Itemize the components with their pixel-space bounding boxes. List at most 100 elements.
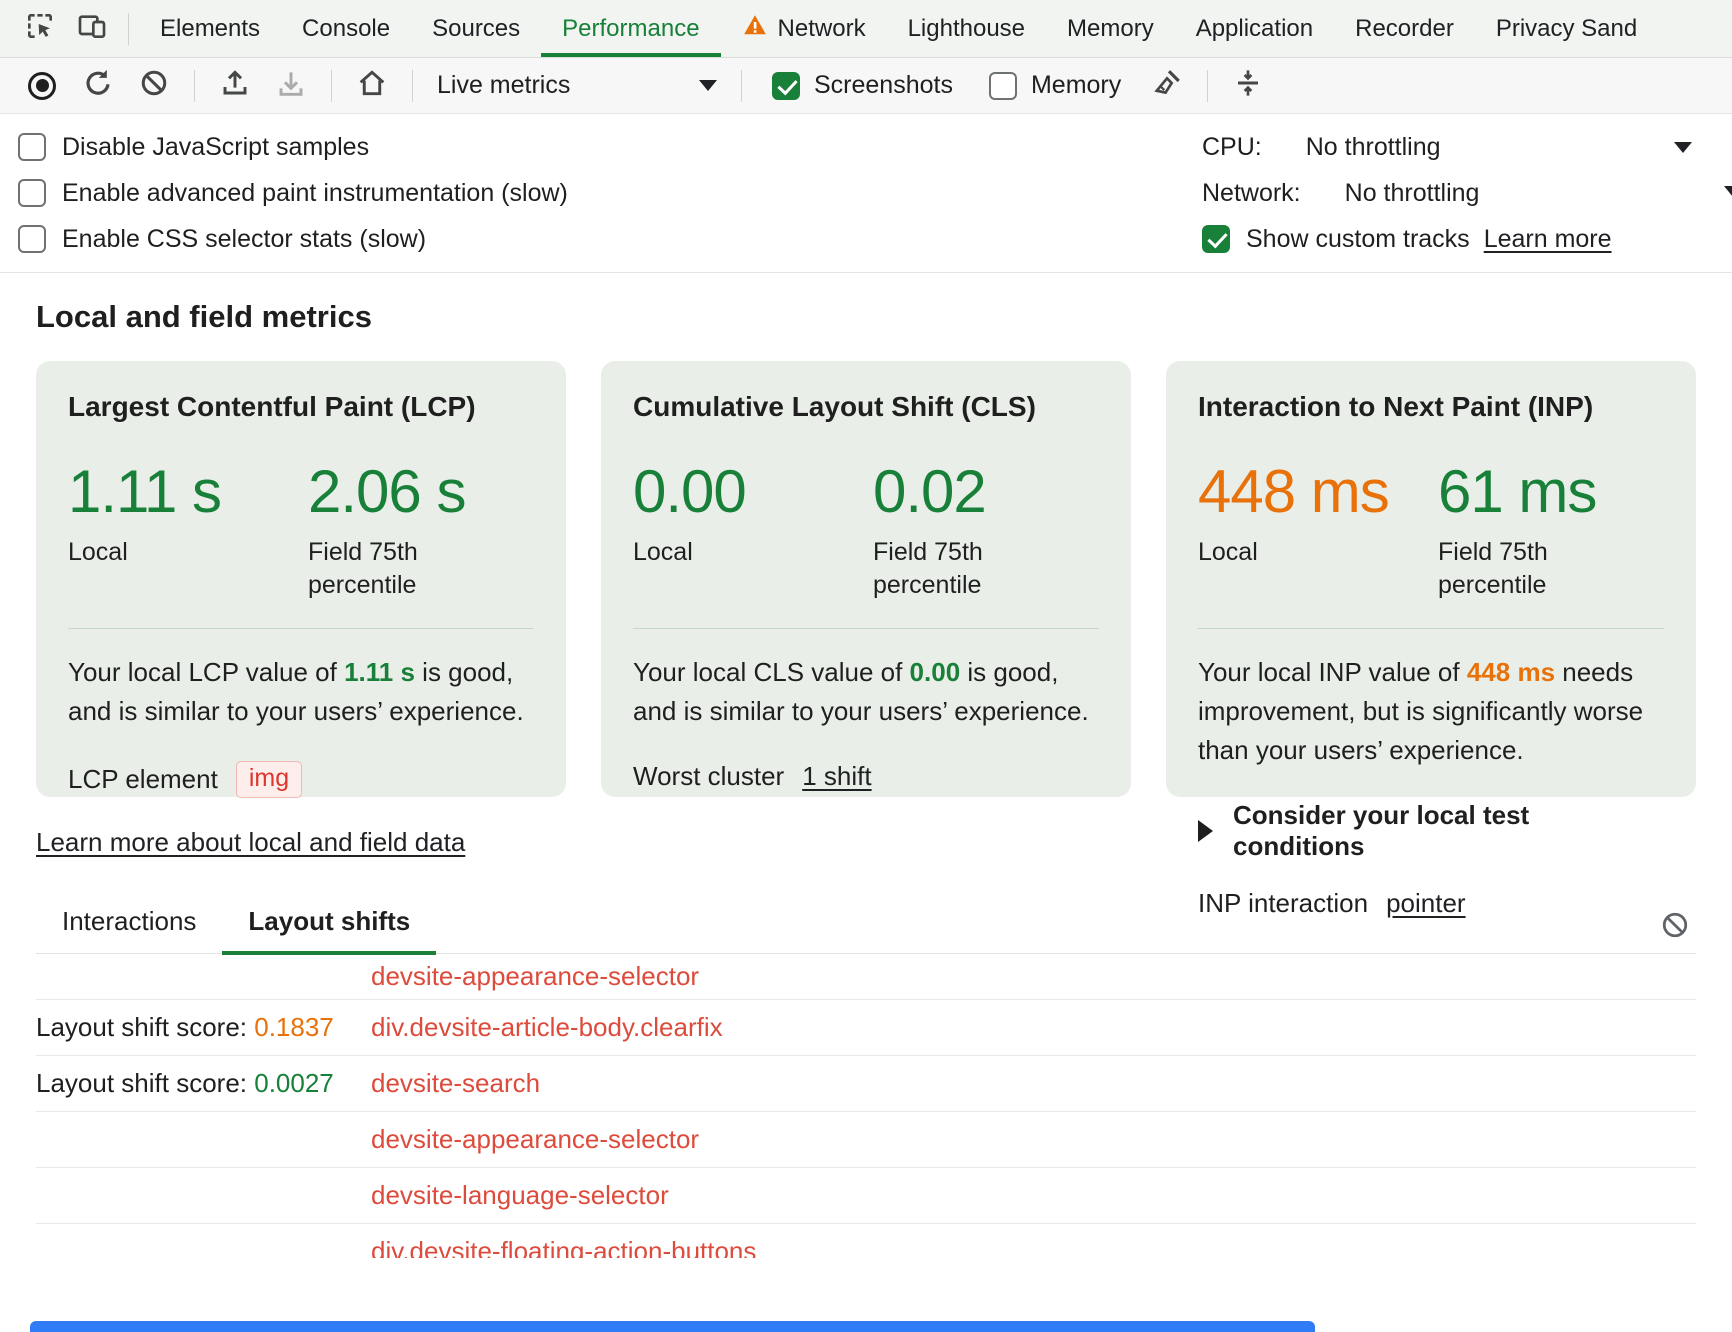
table-row[interactable]: devsite-appearance-selector xyxy=(36,954,1696,1000)
cls-local-value: 0.00 xyxy=(633,457,873,526)
broom-icon xyxy=(1151,67,1183,104)
custom-tracks-learn-more-link[interactable]: Learn more xyxy=(1484,225,1612,254)
table-row[interactable]: Layout shift score: 0.1837 div.devsite-a… xyxy=(36,1000,1696,1056)
cpu-throttling-row[interactable]: CPU: No throttling xyxy=(1202,124,1692,170)
cls-description: Your local CLS value of 0.00 is good, an… xyxy=(633,653,1099,731)
devtools-tab-bar: Elements Console Sources Performance Net… xyxy=(0,0,1732,58)
score-value: 0.0027 xyxy=(254,1068,334,1098)
inp-desc-value: 448 ms xyxy=(1467,657,1555,687)
tab-elements[interactable]: Elements xyxy=(139,0,281,57)
separator xyxy=(412,70,413,102)
tab-memory[interactable]: Memory xyxy=(1046,0,1175,57)
table-row[interactable]: devsite-appearance-selector xyxy=(36,1112,1696,1168)
memory-checkbox-row[interactable]: Memory xyxy=(973,71,1137,100)
tab-label: Memory xyxy=(1067,15,1154,43)
divider xyxy=(68,628,534,629)
cls-desc-pre: Your local CLS value of xyxy=(633,657,910,687)
record-icon xyxy=(28,72,56,100)
score-label: Layout shift score: xyxy=(36,1012,254,1042)
css-selector-stats-label: Enable CSS selector stats (slow) xyxy=(62,225,426,254)
inp-field-value: 61 ms xyxy=(1438,457,1596,526)
cls-card-title: Cumulative Layout Shift (CLS) xyxy=(633,391,1099,423)
live-metrics-home-button[interactable] xyxy=(346,64,398,108)
worst-cluster-shift-link[interactable]: 1 shift xyxy=(802,761,871,792)
clear-log-button[interactable] xyxy=(1660,910,1690,945)
table-row[interactable]: div.devsite-floating-action-buttons xyxy=(36,1224,1696,1258)
selection-scroll-bar[interactable] xyxy=(30,1321,1315,1332)
tab-performance[interactable]: Performance xyxy=(541,0,720,57)
tab-layout-shifts[interactable]: Layout shifts xyxy=(222,906,436,953)
clear-button[interactable] xyxy=(128,64,180,108)
separator xyxy=(194,70,195,102)
custom-tracks-row[interactable]: Show custom tracks Learn more xyxy=(1202,216,1692,262)
lcp-local-value: 1.11 s xyxy=(68,457,308,526)
home-icon xyxy=(356,67,388,104)
block-icon xyxy=(1660,927,1690,944)
live-metrics-view: Local and field metrics Largest Contentf… xyxy=(0,299,1732,1258)
tab-console[interactable]: Console xyxy=(281,0,411,57)
node-link[interactable]: div.devsite-article-body.clearfix xyxy=(371,1012,723,1043)
tab-lighthouse[interactable]: Lighthouse xyxy=(887,0,1046,57)
record-and-reload-button[interactable] xyxy=(72,64,124,108)
tab-network[interactable]: Network xyxy=(721,0,887,57)
node-link[interactable]: devsite-language-selector xyxy=(371,1180,669,1211)
local-field-metrics-heading: Local and field metrics xyxy=(36,299,1696,335)
network-throttling-value: No throttling xyxy=(1345,179,1480,208)
memory-checkbox[interactable] xyxy=(989,72,1017,100)
tab-interactions[interactable]: Interactions xyxy=(36,906,222,953)
device-toolbar-icon xyxy=(76,10,108,47)
history-dropdown[interactable]: Live metrics xyxy=(427,64,727,108)
chevron-down-icon xyxy=(699,80,717,91)
separator xyxy=(128,13,129,45)
node-link[interactable]: devsite-appearance-selector xyxy=(371,961,699,992)
save-profile-button[interactable] xyxy=(265,64,317,108)
css-selector-stats-row[interactable]: Enable CSS selector stats (slow) xyxy=(18,216,568,262)
lcp-desc-value: 1.11 s xyxy=(344,657,415,687)
network-throttling-row[interactable]: Network: No throttling xyxy=(1202,170,1692,216)
disable-js-samples-row[interactable]: Disable JavaScript samples xyxy=(18,124,568,170)
local-test-conditions-expander[interactable]: Consider your local test conditions xyxy=(1198,800,1664,862)
disable-js-samples-checkbox[interactable] xyxy=(18,133,46,161)
advanced-paint-row[interactable]: Enable advanced paint instrumentation (s… xyxy=(18,170,568,216)
tab-sources[interactable]: Sources xyxy=(411,0,541,57)
screenshots-checkbox-row[interactable]: Screenshots xyxy=(756,71,969,100)
load-profile-button[interactable] xyxy=(209,64,261,108)
block-icon xyxy=(139,68,169,103)
tab-application[interactable]: Application xyxy=(1175,0,1334,57)
css-selector-stats-checkbox[interactable] xyxy=(18,225,46,253)
tab-recorder[interactable]: Recorder xyxy=(1334,0,1475,57)
lcp-field-value: 2.06 s xyxy=(308,457,465,526)
network-label: Network: xyxy=(1202,179,1301,208)
device-toolbar-button[interactable] xyxy=(66,0,118,57)
panel-tabs: Elements Console Sources Performance Net… xyxy=(139,0,1658,57)
collect-garbage-button[interactable] xyxy=(1141,64,1193,108)
table-row[interactable]: Layout shift score: 0.0027 devsite-searc… xyxy=(36,1056,1696,1112)
learn-more-local-field-link[interactable]: Learn more about local and field data xyxy=(36,827,465,858)
screenshots-checkbox[interactable] xyxy=(772,72,800,100)
inspect-element-button[interactable] xyxy=(14,0,66,57)
table-row[interactable]: devsite-language-selector xyxy=(36,1168,1696,1224)
tab-label: Interactions xyxy=(62,906,196,936)
inp-interaction-link[interactable]: pointer xyxy=(1386,888,1466,919)
node-link[interactable]: devsite-appearance-selector xyxy=(371,1124,699,1155)
node-link[interactable]: devsite-search xyxy=(371,1068,540,1099)
inp-desc-pre: Your local INP value of xyxy=(1198,657,1467,687)
lcp-card-title: Largest Contentful Paint (LCP) xyxy=(68,391,534,423)
record-button[interactable] xyxy=(16,64,68,108)
cls-field-label: Field 75th percentile xyxy=(873,536,1023,602)
capture-settings-button[interactable] xyxy=(1222,64,1274,108)
custom-tracks-label: Show custom tracks xyxy=(1246,225,1470,254)
lcp-element-node-link[interactable]: img xyxy=(236,761,302,798)
separator xyxy=(331,70,332,102)
score-cell: Layout shift score: 0.1837 xyxy=(36,1012,371,1043)
reload-icon xyxy=(82,67,114,104)
chevron-down-icon xyxy=(1674,142,1692,153)
inp-card-title: Interaction to Next Paint (INP) xyxy=(1198,391,1664,423)
inp-description: Your local INP value of 448 ms needs imp… xyxy=(1198,653,1664,770)
node-link[interactable]: div.devsite-floating-action-buttons xyxy=(371,1236,756,1258)
tab-label: Privacy Sand xyxy=(1496,15,1637,43)
tab-label: Console xyxy=(302,15,390,43)
tab-privacy-sandbox[interactable]: Privacy Sand xyxy=(1475,0,1658,57)
advanced-paint-checkbox[interactable] xyxy=(18,179,46,207)
custom-tracks-checkbox[interactable] xyxy=(1202,225,1230,253)
